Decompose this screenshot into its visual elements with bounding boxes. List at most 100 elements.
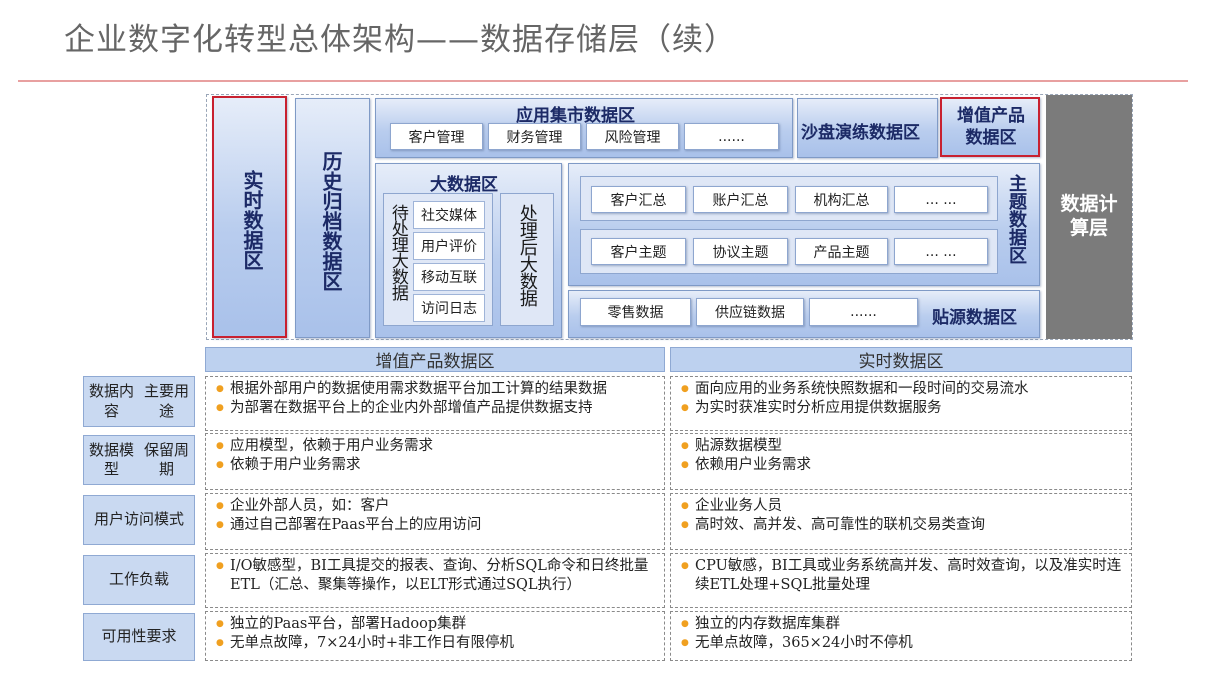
bullet-dot-icon: ● [681,384,689,394]
bullet-dot-icon: ● [681,619,689,629]
subject-item: 产品主题 [795,238,888,265]
bullet-item: ● 企业业务人员 [681,497,1131,516]
subject-item: 协议主题 [693,238,788,265]
bullet-dot-icon: ● [216,460,224,470]
realtime-cell: ● 独立的内存数据库集群 ● 无单点故障，365×24小时不停机 [670,611,1132,661]
realtime-cell: ● 面向应用的业务系统快照数据和一段时间的交易流水 ● 为实时获准实时分析应用提供数据… [670,376,1132,431]
bullet-item: ● 企业外部人员，如：客户 [216,497,664,516]
bullet-text: 无单点故障，7×24小时+非工作日有限停机 [230,635,514,651]
source-zone-label: 贴源数据区 [932,308,1017,328]
source-item: 零售数据 [580,298,691,326]
value-product-cell: ● 应用模型，依赖于用户业务需求 ● 依赖于用户业务需求 [205,433,665,490]
value-product-cell: ● 企业外部人员，如：客户 ● 通过自己部署在Paas平台上的应用访问 [205,493,665,550]
value-product-zone-label: 增值产品数据区 [957,106,1025,148]
bullet-dot-icon: ● [216,619,224,629]
bullet-dot-icon: ● [681,460,689,470]
pending-item: 访问日志 [413,294,485,322]
processed-big-data-group: 处理后大数据 [500,193,554,326]
bullet-text: 企业外部人员，如：客户 [230,498,390,514]
bullet-item: ● 无单点故障，7×24小时+非工作日有限停机 [216,634,664,653]
bullet-dot-icon: ● [681,501,689,511]
realtime-cell: ● 贴源数据模型 ● 依赖用户业务需求 [670,433,1132,490]
bullet-item: ● 贴源数据模型 [681,437,1131,456]
bullet-dot-icon: ● [216,384,224,394]
sandbox-zone: 沙盘演练数据区 [797,98,938,158]
value-product-cell: ● 根据外部用户的数据使用需求数据平台加工计算的结果数据 ● 为部署在数据平台上的企业… [205,376,665,431]
bullet-text: 应用模型，依赖于用户业务需求 [230,438,433,454]
bullet-text: 依赖于用户业务需求 [230,457,361,473]
bullet-text: 依赖用户业务需求 [695,457,811,473]
source-item: ...... [809,298,918,326]
app-mart-item: ...... [684,123,779,150]
bullet-item: ● 通过自己部署在Paas平台上的应用访问 [216,516,664,535]
bullet-item: ● 为部署在数据平台上的企业内外部增值产品提供数据支持 [216,399,664,418]
source-item: 供应链数据 [696,298,804,326]
subject-zone-label: 主题数据区 [1006,174,1027,264]
pending-item: 社交媒体 [413,201,485,229]
bullet-item: ● 根据外部用户的数据使用需求数据平台加工计算的结果数据 [216,380,664,399]
bullet-item: ● 为实时获准实时分析应用提供数据服务 [681,399,1131,418]
bullet-item: ● 应用模型，依赖于用户业务需求 [216,437,664,456]
bullet-text: 独立的Paas平台，部署Hadoop集群 [230,616,467,632]
bullet-dot-icon: ● [216,520,224,530]
subject-item: ... ... [894,238,988,265]
bullet-text: 企业业务人员 [695,498,782,514]
history-zone: 历史归档数据区 [295,98,370,338]
bullet-item: ● 独立的内存数据库集群 [681,615,1131,634]
value-product-cell: ● 独立的Paas平台，部署Hadoop集群 ● 无单点故障，7×24小时+非工作日有… [205,611,665,661]
bullet-text: 为实时获准实时分析应用提供数据服务 [695,400,942,416]
bullet-dot-icon: ● [216,501,224,511]
summary-item: ... ... [894,186,988,213]
realtime-zone: 实时数据区 [212,96,287,338]
bullet-item: ● 高时效、高并发、高可靠性的联机交易类查询 [681,516,1131,535]
bullet-dot-icon: ● [216,638,224,648]
bullet-item: ● I/O敏感型，BI工具提交的报表、查询、分析SQL命令和日终批量ETL（汇总、… [216,557,664,595]
column-header-realtime: 实时数据区 [670,347,1132,372]
sandbox-zone-label: 沙盘演练数据区 [801,123,920,143]
summary-item: 客户汇总 [591,186,686,213]
bullet-text: 通过自己部署在Paas平台上的应用访问 [230,517,482,533]
bullet-item: ● 依赖用户业务需求 [681,456,1131,475]
pending-big-data-label: 待处理大数据 [387,204,408,300]
app-mart-item: 客户管理 [390,123,483,150]
bullet-dot-icon: ● [681,638,689,648]
bullet-text: 独立的内存数据库集群 [695,616,840,632]
row-label: 可用性要求 [83,613,195,661]
row-label: 数据模型 保留周期 [83,435,195,485]
compute-layer: 数据计算层 [1046,95,1132,339]
summary-item: 机构汇总 [795,186,888,213]
column-header-value-product: 增值产品数据区 [205,347,665,372]
history-zone-label: 历史归档数据区 [319,151,343,291]
bullet-text: 贴源数据模型 [695,438,782,454]
value-product-cell: ● I/O敏感型，BI工具提交的报表、查询、分析SQL命令和日终批量ETL（汇总、… [205,553,665,608]
bullet-dot-icon: ● [681,441,689,451]
bullet-text: 高时效、高并发、高可靠性的联机交易类查询 [695,517,985,533]
compute-layer-label: 数据计算层 [1060,193,1118,239]
row-label: 用户 访问模式 [83,495,195,545]
realtime-zone-label: 实时数据区 [240,170,264,270]
app-mart-item: 财务管理 [488,123,581,150]
subject-item: 客户主题 [591,238,686,265]
bullet-text: 为部署在数据平台上的企业内外部增值产品提供数据支持 [230,400,593,416]
bullet-text: CPU敏感，BI工具或业务系统高并发、高时效查询，以及准实时连续ETL处理+SQ… [695,558,1122,593]
bullet-text: 根据外部用户的数据使用需求数据平台加工计算的结果数据 [230,381,607,397]
app-mart-item: 风险管理 [586,123,679,150]
bullet-text: 面向应用的业务系统快照数据和一段时间的交易流水 [695,381,1029,397]
bullet-dot-icon: ● [681,403,689,413]
bullet-item: ● 独立的Paas平台，部署Hadoop集群 [216,615,664,634]
summary-item: 账户汇总 [693,186,788,213]
pending-item: 用户评价 [413,232,485,260]
realtime-cell: ● CPU敏感，BI工具或业务系统高并发、高时效查询，以及准实时连续ETL处理+S… [670,553,1132,608]
bullet-dot-icon: ● [216,561,224,571]
value-product-zone: 增值产品数据区 [940,97,1040,157]
realtime-cell: ● 企业业务人员 ● 高时效、高并发、高可靠性的联机交易类查询 [670,493,1132,550]
title-divider [18,80,1188,82]
processed-big-data-label: 处理后大数据 [516,204,538,306]
bullet-item: ● 面向应用的业务系统快照数据和一段时间的交易流水 [681,380,1131,399]
big-data-title: 大数据区 [430,175,498,195]
bullet-dot-icon: ● [681,561,689,571]
row-label: 数据内容 主要用途 [83,376,195,427]
pending-item: 移动互联 [413,263,485,291]
bullet-dot-icon: ● [216,441,224,451]
bullet-item: ● 依赖于用户业务需求 [216,456,664,475]
